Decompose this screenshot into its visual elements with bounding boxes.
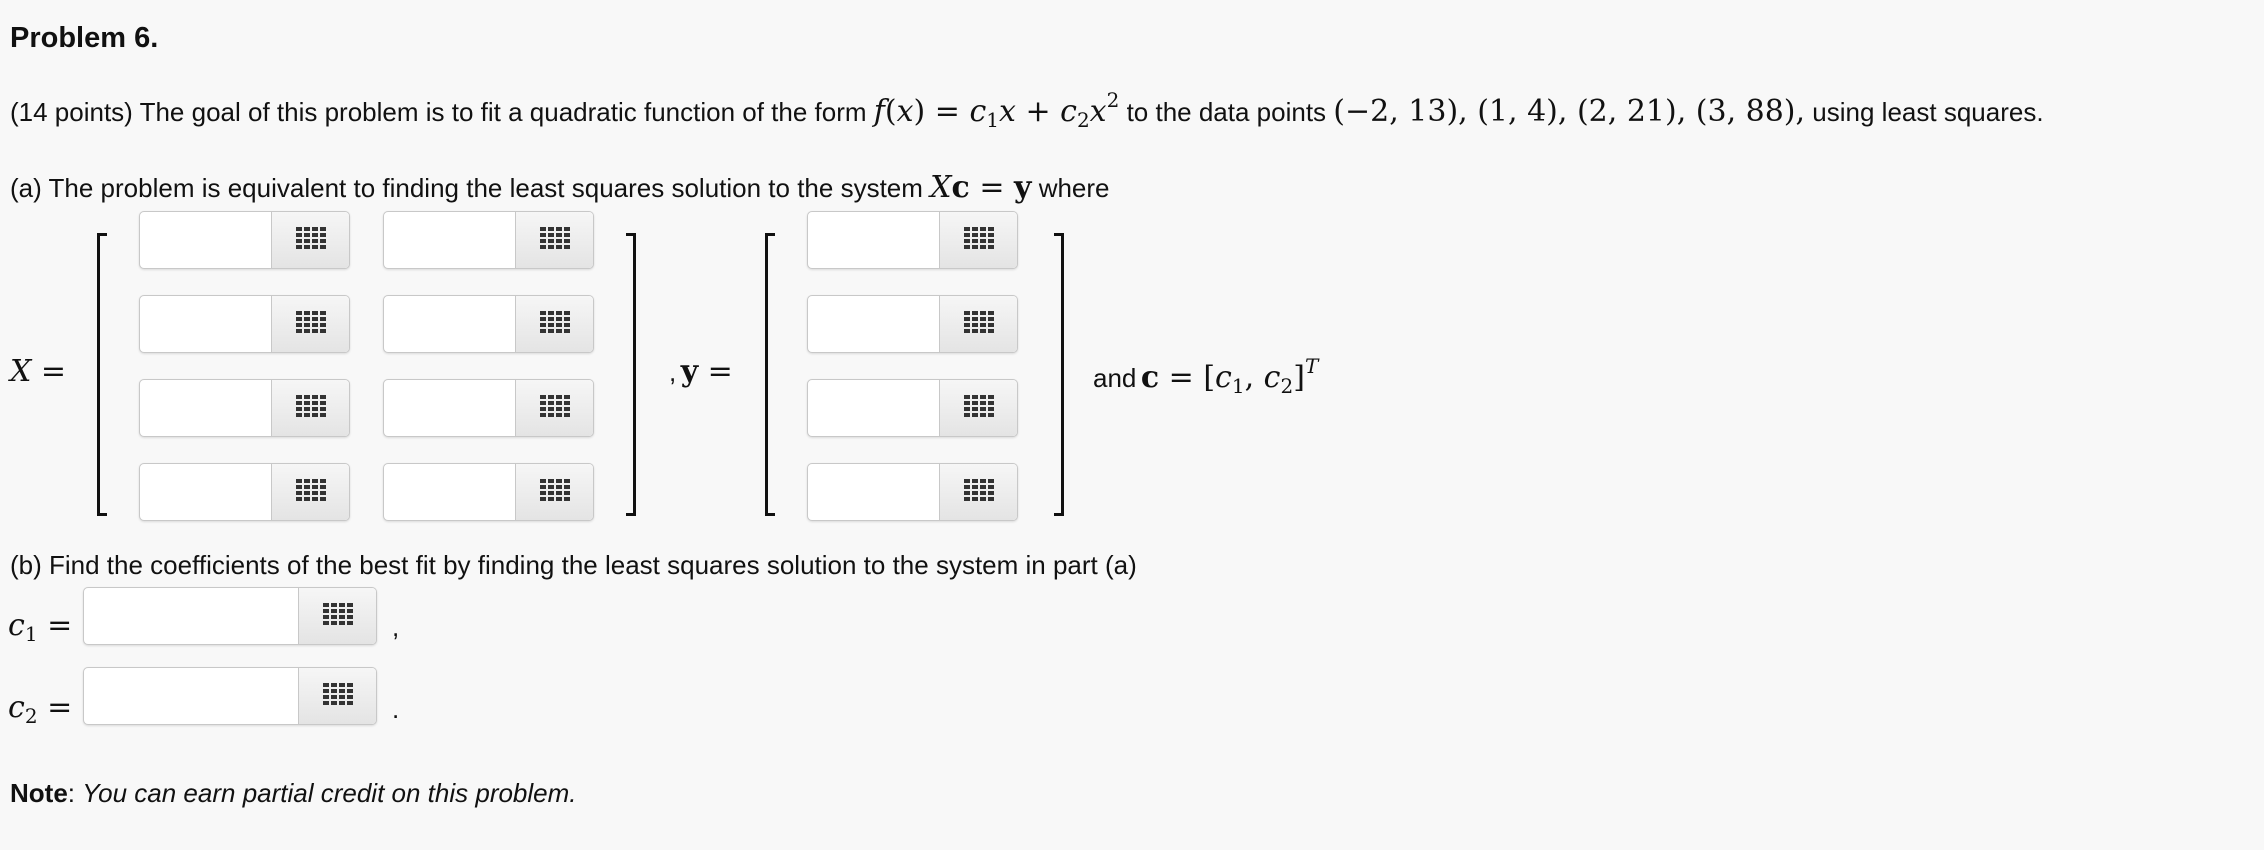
vector-y-r2-answer-box	[807, 295, 1018, 353]
matrix-x-r3c1-matrix-entry-button[interactable]	[271, 380, 349, 436]
matrix-grid-icon	[539, 394, 570, 422]
matrix-x-r4c1-answer-box	[139, 463, 350, 521]
c1-input[interactable]	[84, 588, 299, 644]
c1-label: c1 =	[8, 608, 73, 646]
c2-input[interactable]	[84, 668, 299, 724]
system-equation: Xc = y	[930, 170, 1032, 205]
matrix-x-r4c2-answer-box	[383, 463, 594, 521]
vector-y-r4-matrix-entry-button[interactable]	[939, 464, 1017, 520]
vector-y-r1-answer-box	[807, 211, 1018, 269]
vector-y-r1-input[interactable]	[808, 212, 940, 268]
vector-y-r1-matrix-entry-button[interactable]	[939, 212, 1017, 268]
matrix-grid-icon	[295, 394, 326, 422]
matrix-x-r2c1-input[interactable]	[140, 296, 272, 352]
matrix-x-r1c1-input[interactable]	[140, 212, 272, 268]
matrix-grid-icon	[963, 478, 994, 506]
c2-answer-box	[83, 667, 377, 725]
matrix-x-r2c1-matrix-entry-button[interactable]	[271, 296, 349, 352]
vector-y-right-bracket	[1054, 233, 1064, 516]
matrix-grid-icon	[539, 310, 570, 338]
vector-y-r2-matrix-entry-button[interactable]	[939, 296, 1017, 352]
matrix-x-r1c1-matrix-entry-button[interactable]	[271, 212, 349, 268]
matrix-grid-icon	[322, 682, 353, 710]
matrix-grid-icon	[539, 226, 570, 254]
matrix-x-r2c2-answer-box	[383, 295, 594, 353]
matrix-grid-icon	[539, 478, 570, 506]
matrix-grid-icon	[295, 310, 326, 338]
vector-y-r4-answer-box	[807, 463, 1018, 521]
data-points: (−2, 13), (1, 4), (2, 21), (3, 88),	[1333, 94, 1806, 129]
matrix-x-r2c2-matrix-entry-button[interactable]	[515, 296, 593, 352]
matrix-x-r4c1-matrix-entry-button[interactable]	[271, 464, 349, 520]
matrix-grid-icon	[963, 226, 994, 254]
intro-end-text: using least squares.	[1812, 97, 2044, 127]
matrix-grid-icon	[963, 394, 994, 422]
vector-y-label: , y =	[669, 354, 733, 389]
vector-y-r4-input[interactable]	[808, 464, 940, 520]
problem-statement: (14 points) The goal of this problem is …	[10, 88, 2044, 132]
matrix-x-r2c2-input[interactable]	[384, 296, 516, 352]
part-b-statement: (b) Find the coefficients of the best fi…	[10, 550, 1137, 580]
matrix-x-r1c2-answer-box	[383, 211, 594, 269]
matrix-x-r1c1-answer-box	[139, 211, 350, 269]
matrix-x-right-bracket	[626, 233, 636, 516]
matrix-x-r3c2-answer-box	[383, 379, 594, 437]
problem-title: Problem 6.	[10, 22, 159, 54]
function-formula: f(x) = c1x + c2x2	[873, 88, 1120, 132]
matrix-x-r1c2-input[interactable]	[384, 212, 516, 268]
c2-matrix-entry-button[interactable]	[298, 668, 376, 724]
matrix-x-r4c1-input[interactable]	[140, 464, 272, 520]
vector-y-r3-answer-box	[807, 379, 1018, 437]
vector-y-r2-input[interactable]	[808, 296, 940, 352]
note-label: Note	[10, 778, 68, 808]
matrix-x-left-bracket	[97, 233, 107, 516]
matrix-x-r4c2-matrix-entry-button[interactable]	[515, 464, 593, 520]
intro-middle-text: to the data points	[1126, 97, 1327, 127]
part-a-text: (a) The problem is equivalent to finding…	[10, 173, 923, 203]
vector-y-r3-matrix-entry-button[interactable]	[939, 380, 1017, 436]
vector-y-left-bracket	[765, 233, 775, 516]
c2-punctuation: .	[392, 694, 400, 724]
and-text: and	[1093, 363, 1137, 393]
intro-text: (14 points) The goal of this problem is …	[10, 97, 867, 127]
part-a-where: where	[1038, 173, 1110, 203]
c1-punctuation: ,	[392, 612, 400, 642]
matrix-grid-icon	[295, 478, 326, 506]
c1-answer-box	[83, 587, 377, 645]
matrix-x-r1c2-matrix-entry-button[interactable]	[515, 212, 593, 268]
note: Note: You can earn partial credit on thi…	[10, 778, 577, 808]
matrix-grid-icon	[963, 310, 994, 338]
matrix-grid-icon	[295, 226, 326, 254]
matrix-x-r2c1-answer-box	[139, 295, 350, 353]
vector-y-r3-input[interactable]	[808, 380, 940, 436]
matrix-x-r3c2-input[interactable]	[384, 380, 516, 436]
matrix-x-r3c2-matrix-entry-button[interactable]	[515, 380, 593, 436]
matrix-x-label: X =	[10, 354, 67, 389]
note-text: You can earn partial credit on this prob…	[82, 778, 577, 808]
part-a-statement: (a) The problem is equivalent to finding…	[10, 170, 1110, 205]
matrix-x-r3c1-input[interactable]	[140, 380, 272, 436]
matrix-x-r3c1-answer-box	[139, 379, 350, 437]
c-definition: and c = [c1, c2]T	[1093, 354, 1319, 398]
c1-matrix-entry-button[interactable]	[298, 588, 376, 644]
matrix-x-r4c2-input[interactable]	[384, 464, 516, 520]
matrix-grid-icon	[322, 602, 353, 630]
c2-label: c2 =	[8, 690, 73, 728]
